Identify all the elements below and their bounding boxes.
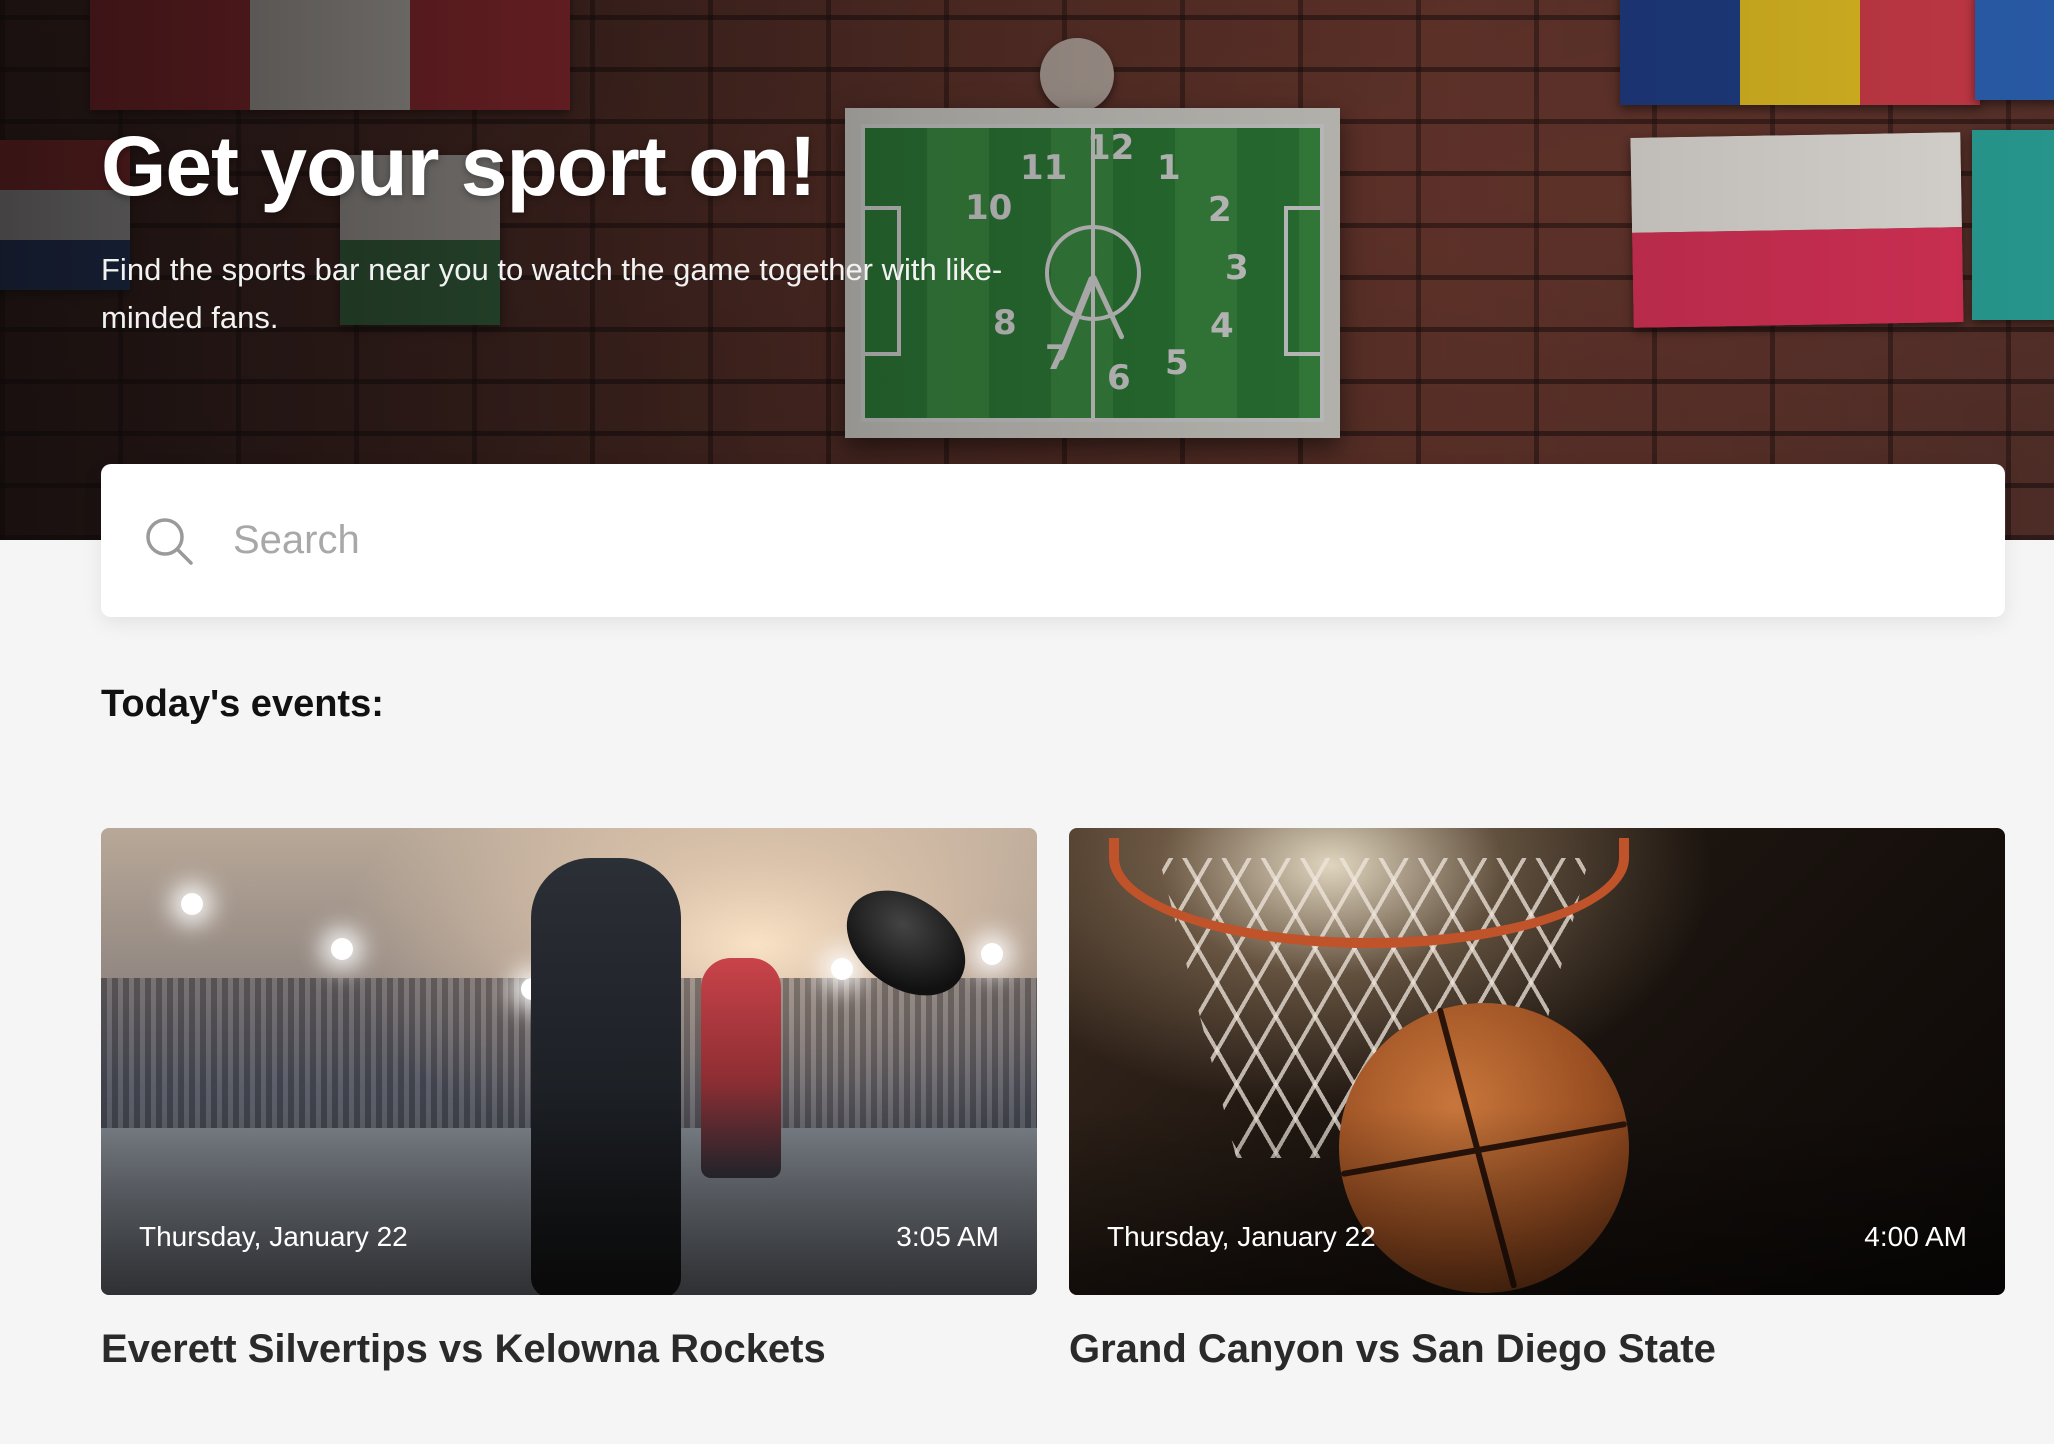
events-section-title: Today's events: [101, 683, 384, 725]
event-date: Thursday, January 22 [1107, 1221, 1376, 1252]
search-input[interactable] [233, 518, 1933, 563]
event-card[interactable]: Thursday, January 22 3:05 AM Everett Sil… [101, 828, 1037, 1372]
hero-subtitle: Find the sports bar near you to watch th… [101, 252, 1003, 335]
search-bar[interactable] [101, 464, 2005, 617]
event-title[interactable]: Grand Canyon vs San Diego State [1069, 1327, 2005, 1372]
page: 12 1 2 3 4 5 6 7 8 10 11 Get your sport … [0, 0, 2054, 1444]
event-date: Thursday, January 22 [139, 1221, 408, 1252]
event-time: 3:05 AM [896, 1221, 999, 1252]
hockey-image[interactable]: Thursday, January 22 3:05 AM [101, 828, 1037, 1295]
event-meta: Thursday, January 22 3:05 AM [139, 1221, 999, 1253]
event-time: 4:00 AM [1864, 1221, 1967, 1252]
basketball-image[interactable]: Thursday, January 22 4:00 AM [1069, 828, 2005, 1295]
hero-banner: 12 1 2 3 4 5 6 7 8 10 11 Get your sport … [0, 0, 2054, 540]
event-card[interactable]: Thursday, January 22 4:00 AM Grand Canyo… [1069, 828, 2005, 1372]
search-icon [146, 517, 193, 565]
event-meta: Thursday, January 22 4:00 AM [1107, 1221, 1967, 1253]
event-title[interactable]: Everett Silvertips vs Kelowna Rockets [101, 1327, 1037, 1372]
hero-title: Get your sport on! [101, 119, 817, 213]
